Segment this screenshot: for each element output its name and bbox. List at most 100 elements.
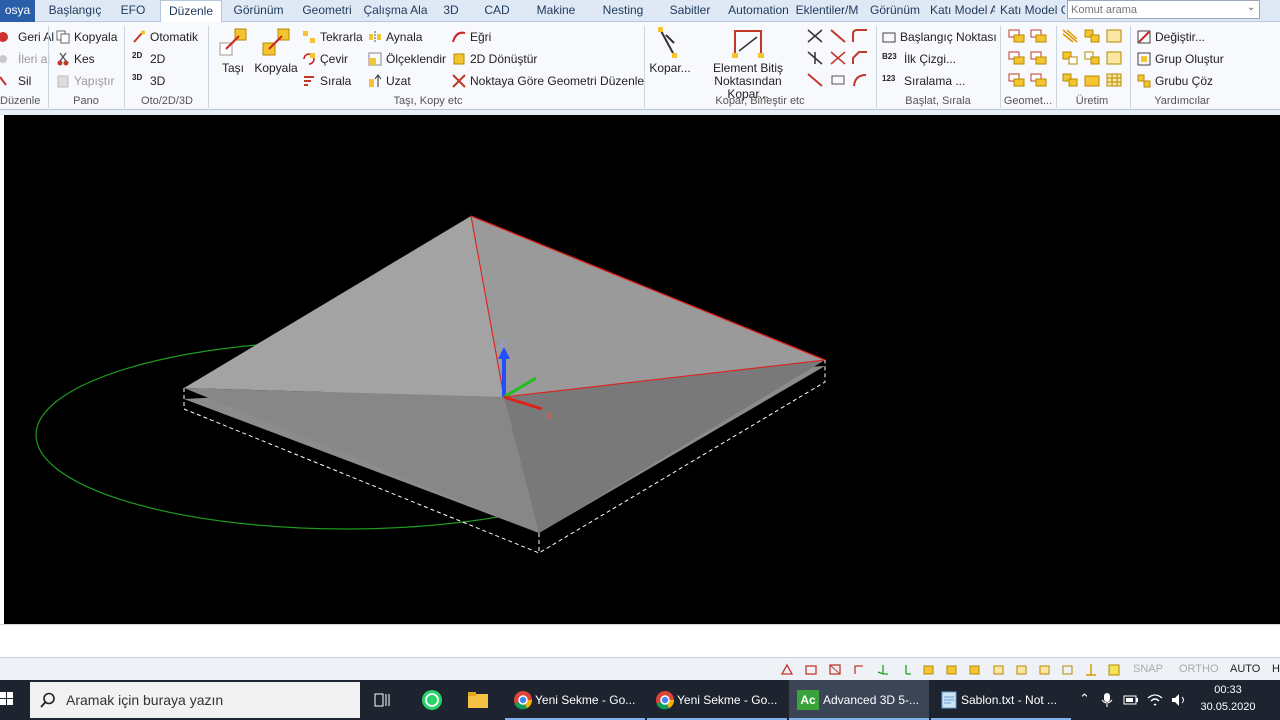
- cross-join-icon[interactable]: [829, 50, 847, 66]
- first-line-button[interactable]: B23 İlk Çizgi...: [882, 49, 956, 69]
- view-side-icon[interactable]: [852, 663, 866, 676]
- scale-button[interactable]: Ölçeklendir: [368, 49, 446, 69]
- auto-mode-button[interactable]: Otomatik: [132, 27, 198, 47]
- copy-button[interactable]: Kopyala: [56, 27, 117, 47]
- break-at-end-button[interactable]: Element Bitiş Noktasından Kopar...: [692, 27, 804, 101]
- tab-eklentiler[interactable]: Eklentiler/M: [795, 0, 859, 22]
- auto-toggle[interactable]: AUTO: [1230, 663, 1260, 675]
- start-point-button[interactable]: Başlangıç Noktası: [882, 27, 997, 47]
- taskbar-search-box[interactable]: Aramak için buraya yazın: [30, 682, 360, 718]
- task-view-icon[interactable]: [374, 691, 392, 709]
- join-icon[interactable]: [829, 28, 847, 44]
- windows-start-icon[interactable]: [0, 692, 14, 706]
- tab-3d[interactable]: 3D: [436, 0, 466, 22]
- axes-alt-icon[interactable]: [899, 663, 913, 676]
- ungroup-button[interactable]: Grubu Çöz: [1137, 71, 1213, 91]
- production-tool-icon[interactable]: [1083, 28, 1101, 44]
- geometry-tool-icon[interactable]: [1008, 28, 1026, 44]
- tab-cad[interactable]: CAD: [477, 0, 517, 22]
- chamfer-icon[interactable]: [851, 50, 869, 66]
- create-group-button[interactable]: Grup Oluştur: [1137, 49, 1224, 69]
- h-toggle[interactable]: H: [1272, 663, 1280, 675]
- production-tool-icon[interactable]: [1105, 72, 1123, 88]
- clock-time[interactable]: 00:33: [1205, 684, 1251, 696]
- microphone-icon[interactable]: [1101, 692, 1113, 708]
- tab-automation[interactable]: Automation: [725, 0, 792, 22]
- production-tool-icon[interactable]: [1083, 50, 1101, 66]
- origin-icon[interactable]: [1084, 663, 1098, 676]
- undo-button[interactable]: Geri Al: [0, 27, 54, 47]
- cut-button[interactable]: Kes: [56, 49, 95, 69]
- tab-baslangic[interactable]: Başlangıç: [45, 0, 105, 22]
- repeat-button[interactable]: Tekrarla: [302, 27, 363, 47]
- split-icon[interactable]: [806, 50, 824, 66]
- break-button[interactable]: Kopar...: [648, 27, 692, 75]
- production-tool-icon[interactable]: [1105, 50, 1123, 66]
- convert-2d-button[interactable]: 2D Dönüştür: [452, 49, 537, 69]
- clock-date[interactable]: 30.05.2020: [1193, 701, 1263, 713]
- geometry-tool-icon[interactable]: [1008, 72, 1026, 88]
- tab-calisma-alani[interactable]: Çalışma Ala: [363, 0, 428, 22]
- tab-file[interactable]: osya: [0, 0, 35, 22]
- mode-2d-button[interactable]: 2D 2D: [132, 49, 165, 69]
- arc-cut-icon[interactable]: [851, 72, 869, 88]
- taskbar-app-notepad[interactable]: Sablon.txt - Not ...: [931, 680, 1071, 720]
- production-tool-icon[interactable]: [1061, 50, 1079, 66]
- file-explorer-icon[interactable]: [467, 690, 489, 710]
- delete-button[interactable]: Sil: [0, 71, 31, 91]
- chevron-up-icon[interactable]: ⌃: [1079, 691, 1090, 707]
- tab-gorunum-2[interactable]: Görünüm: [866, 0, 924, 22]
- edit-by-point-button[interactable]: Noktaya Göre Geometri Düzenle: [452, 71, 644, 91]
- paste-button[interactable]: Yapıştır: [56, 71, 114, 91]
- wifi-icon[interactable]: [1147, 693, 1163, 707]
- sort-button[interactable]: Sırala: [302, 71, 351, 91]
- view-front-icon[interactable]: [804, 663, 818, 676]
- taskbar-app-advanced-3d[interactable]: Ac Advanced 3D 5-...: [789, 680, 929, 720]
- 3d-viewport[interactable]: Z X: [4, 115, 1280, 624]
- ortho-toggle[interactable]: ORTHO: [1179, 663, 1219, 675]
- axes-icon[interactable]: [876, 663, 890, 676]
- extend-button[interactable]: Uzat: [368, 71, 411, 91]
- curve-button[interactable]: Eğri: [452, 27, 491, 47]
- snap-toggle[interactable]: SNAP: [1133, 663, 1163, 675]
- tab-nesting[interactable]: Nesting: [597, 0, 649, 22]
- rectangle-icon[interactable]: [829, 72, 847, 88]
- tab-makine[interactable]: Makine: [530, 0, 582, 22]
- trim-icon[interactable]: [806, 28, 824, 44]
- box-icon[interactable]: [945, 663, 959, 676]
- change-button[interactable]: Değiştir...: [1137, 27, 1205, 47]
- production-tool-icon[interactable]: [1061, 72, 1079, 88]
- view-iso-icon[interactable]: [780, 663, 794, 676]
- taskbar-app-chrome-2[interactable]: Yeni Sekme - Go...: [647, 680, 787, 720]
- copy-move-button[interactable]: Kopyala: [254, 27, 298, 75]
- tab-sabitler[interactable]: Sabitler: [664, 0, 716, 22]
- production-tool-icon[interactable]: [1105, 28, 1123, 44]
- box-icon[interactable]: [968, 663, 982, 676]
- box-icon[interactable]: [922, 663, 936, 676]
- whatsapp-icon[interactable]: [421, 689, 443, 711]
- box-icon[interactable]: [992, 663, 1006, 676]
- tab-efo[interactable]: EFO: [115, 0, 151, 22]
- ordering-button[interactable]: 123 Sıralama ...: [882, 71, 965, 91]
- geometry-tool-icon[interactable]: [1030, 50, 1048, 66]
- snap-box-icon[interactable]: [1107, 663, 1121, 676]
- chevron-down-icon[interactable]: ⌄: [1247, 2, 1255, 13]
- geometry-tool-icon[interactable]: [1008, 50, 1026, 66]
- box-icon[interactable]: [1061, 663, 1075, 676]
- production-tool-icon[interactable]: [1061, 28, 1079, 44]
- speaker-icon[interactable]: [1171, 693, 1187, 707]
- tab-kati-model-a[interactable]: Katı Model A: [930, 0, 995, 22]
- rotate-button[interactable]: Çevir: [302, 49, 348, 69]
- tab-gorunum[interactable]: Görünüm: [227, 0, 290, 22]
- command-search-input[interactable]: [1067, 0, 1260, 19]
- mirror-button[interactable]: Aynala: [368, 27, 422, 47]
- tab-duzenle[interactable]: Düzenle: [160, 0, 222, 23]
- extend-line-icon[interactable]: [806, 72, 824, 88]
- box-icon[interactable]: [1015, 663, 1029, 676]
- fillet-icon[interactable]: [851, 28, 869, 44]
- geometry-tool-icon[interactable]: [1030, 28, 1048, 44]
- view-top-icon[interactable]: [828, 663, 842, 676]
- production-tool-icon[interactable]: [1083, 72, 1101, 88]
- move-button[interactable]: Taşı: [214, 27, 252, 75]
- tab-geometri[interactable]: Geometri: [297, 0, 357, 22]
